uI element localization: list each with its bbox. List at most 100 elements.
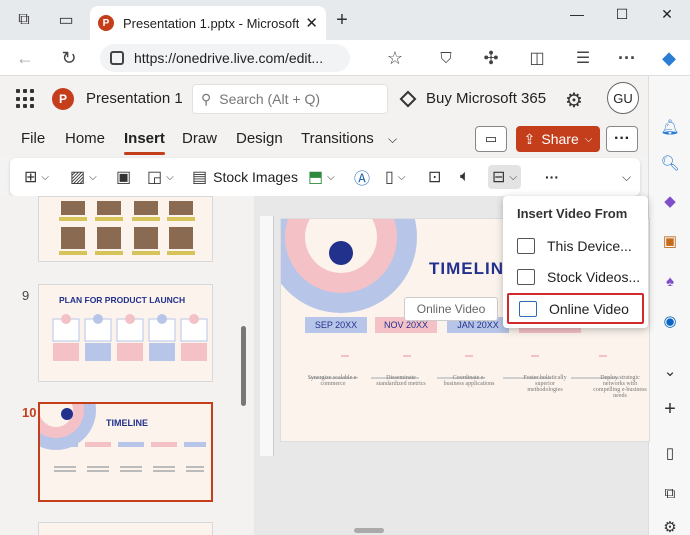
tab-file[interactable]: File <box>21 130 45 147</box>
shopping-icon[interactable]: ◆ <box>659 190 681 212</box>
thumbnail-scrollbar[interactable] <box>241 326 246 406</box>
tab-home[interactable]: Home <box>65 130 105 147</box>
comments-button[interactable]: ▭ <box>475 126 507 152</box>
slide-number-10: 10 <box>22 405 37 420</box>
sidebar-toggle-icon[interactable]: ▯ <box>659 442 681 464</box>
slide9-title: PLAN FOR PRODUCT LAUNCH <box>59 295 186 305</box>
notifications-icon[interactable]: 🔔︎ <box>659 116 681 138</box>
new-tab-button[interactable]: + <box>330 8 354 32</box>
minimize-button[interactable]: — <box>555 2 599 26</box>
share-label: Share <box>541 131 579 147</box>
favorite-star-icon[interactable]: ☆ <box>382 46 408 70</box>
tab-actions-icon[interactable]: ▭ <box>54 8 78 32</box>
add-icon[interactable]: + <box>659 398 681 420</box>
maximize-button[interactable]: ☐ <box>600 2 644 26</box>
smartart-button[interactable]: ⬒ ⌵ <box>308 165 335 189</box>
more-options-button[interactable]: ··· <box>606 126 638 152</box>
stock-videos-label: Stock Videos... <box>547 269 641 285</box>
office-icon[interactable]: ◉ <box>659 310 681 332</box>
chevron-down-icon: ⌵ <box>584 133 593 145</box>
ribbon-tabs: File Home Insert Draw Design Transitions… <box>0 122 648 156</box>
pictures-button[interactable]: ▨ ⌵ <box>70 165 97 189</box>
powerpoint-logo-icon: P <box>52 88 74 110</box>
refresh-icon[interactable]: ↻ <box>56 46 82 70</box>
close-window-button[interactable]: ✕ <box>645 2 689 26</box>
slide-thumbnail-11[interactable] <box>38 522 213 535</box>
tab-insert[interactable]: Insert <box>124 130 165 155</box>
buy-microsoft-button[interactable]: Buy Microsoft 365 <box>399 90 546 107</box>
textbox-icon: Ⓐ <box>354 171 371 188</box>
textbox-button[interactable]: Ⓐ <box>354 165 370 189</box>
powerpoint-icon: P <box>98 15 114 31</box>
favorites-icon[interactable]: ☰ <box>570 46 596 70</box>
url-text: https://onedrive.live.com/edit... <box>134 50 324 66</box>
video-icon: ⊟ <box>492 169 506 186</box>
share-button[interactable]: ⇪ Share ⌵ <box>516 126 600 152</box>
speaker-icon: 🔈︎ <box>460 168 470 185</box>
insert-video-dropdown: Insert Video From This Device... Stock V… <box>503 196 648 328</box>
screen-icon: ▣ <box>116 169 132 186</box>
extensions-icon[interactable]: ✣ <box>478 46 504 70</box>
audio-button[interactable]: 🔈︎ <box>460 165 470 189</box>
share-icon: ⇪ <box>523 130 536 147</box>
slide-thumbnail-10[interactable]: TIMELINE <box>16 370 213 502</box>
header-footer-button[interactable]: ▯ ⌵ <box>385 165 405 189</box>
tools-icon[interactable]: ▣ <box>659 230 681 252</box>
new-slide-button[interactable]: ⊞ ⌵ <box>24 165 49 189</box>
browser-menu-icon[interactable]: ··· <box>614 46 640 70</box>
document-title[interactable]: Presentation 1 <box>86 90 183 107</box>
picture-icon: ▨ <box>70 169 86 186</box>
settings-icon[interactable]: ⚙ <box>659 516 681 535</box>
team-photos-grid <box>59 201 195 255</box>
this-device-option[interactable]: This Device... <box>507 232 644 260</box>
games-icon[interactable]: ♠ <box>659 270 681 292</box>
date-badge-1: SEP 20XX <box>305 317 367 333</box>
caption-2: Disseminate standardized metrics <box>376 375 426 387</box>
online-video-option[interactable]: Online Video <box>507 293 644 324</box>
screen-button[interactable]: ▣ <box>116 165 131 189</box>
online-video-label: Online Video <box>549 300 629 317</box>
tab-draw[interactable]: Draw <box>182 130 217 147</box>
tab-close-icon[interactable]: ✕ <box>305 14 318 32</box>
copilot-icon[interactable]: ◆ <box>656 46 682 70</box>
settings-gear-icon[interactable]: ⚙ <box>565 88 583 113</box>
horizontal-scrollbar[interactable] <box>354 528 384 533</box>
expand-ribbon-icon[interactable]: ⌵ <box>618 165 631 189</box>
browser-tab[interactable]: P Presentation 1.pptx - Microsoft P ✕ <box>90 6 326 40</box>
toolbar-more-button[interactable]: ··· <box>545 165 559 189</box>
comment-icon: ▭ <box>484 131 498 146</box>
more-tabs-chevron-icon[interactable]: ⌵ <box>388 132 397 147</box>
search-icon[interactable]: 🔍︎ <box>659 152 681 174</box>
device-video-icon <box>517 238 535 254</box>
stock-videos-option[interactable]: Stock Videos... <box>507 263 644 291</box>
dropdown-title: Insert Video From <box>517 206 628 221</box>
stock-images-button[interactable]: ▤ Stock Images <box>192 165 298 189</box>
smartart-icon: ⬒ <box>308 169 324 186</box>
search-input[interactable]: ⚲ Search (Alt + Q) <box>192 84 388 114</box>
shield-icon[interactable]: ⛉ <box>433 46 459 70</box>
this-device-label: This Device... <box>547 238 632 254</box>
tab-transitions[interactable]: Transitions <box>301 130 374 147</box>
avatar[interactable]: GU <box>607 82 639 114</box>
shapes-icon: ◲ <box>147 169 163 186</box>
slide-thumbnail-9[interactable]: PLAN FOR PRODUCT LAUNCH <box>38 284 213 382</box>
workspaces-icon[interactable]: ⧉ <box>12 8 36 32</box>
vertical-ruler <box>260 216 274 456</box>
back-icon[interactable]: ← <box>12 46 38 70</box>
caption-3: Coordinate e-business applications <box>443 375 495 387</box>
stock-images-icon: ▤ <box>192 169 208 186</box>
url-input[interactable]: https://onedrive.live.com/edit... <box>100 44 350 72</box>
app-header: P Presentation 1 ⚲ Search (Alt + Q) Buy … <box>0 76 648 122</box>
chevron-down-icon[interactable]: ⌄ <box>659 360 681 382</box>
tab-title: Presentation 1.pptx - Microsoft P <box>123 15 300 31</box>
new-slide-icon: ⊞ <box>24 169 38 186</box>
shapes-button[interactable]: ◲ ⌵ <box>147 165 174 189</box>
insert-toolbar: ⊞ ⌵ ▨ ⌵ ▣ ◲ ⌵ ▤ Stock Images ⬒ ⌵ Ⓐ ▯ ⌵ ⊡ 🔈︎ ⊟… <box>10 158 640 196</box>
comment-insert-button[interactable]: ⊡ <box>428 165 441 189</box>
open-external-icon[interactable]: ⧉ <box>659 482 681 504</box>
video-button[interactable]: ⊟ ⌵ <box>488 165 521 189</box>
slide-thumbnail-8[interactable] <box>38 196 213 262</box>
app-launcher-icon[interactable] <box>16 89 36 109</box>
tab-design[interactable]: Design <box>236 130 283 147</box>
split-screen-icon[interactable]: ◫ <box>524 46 550 70</box>
